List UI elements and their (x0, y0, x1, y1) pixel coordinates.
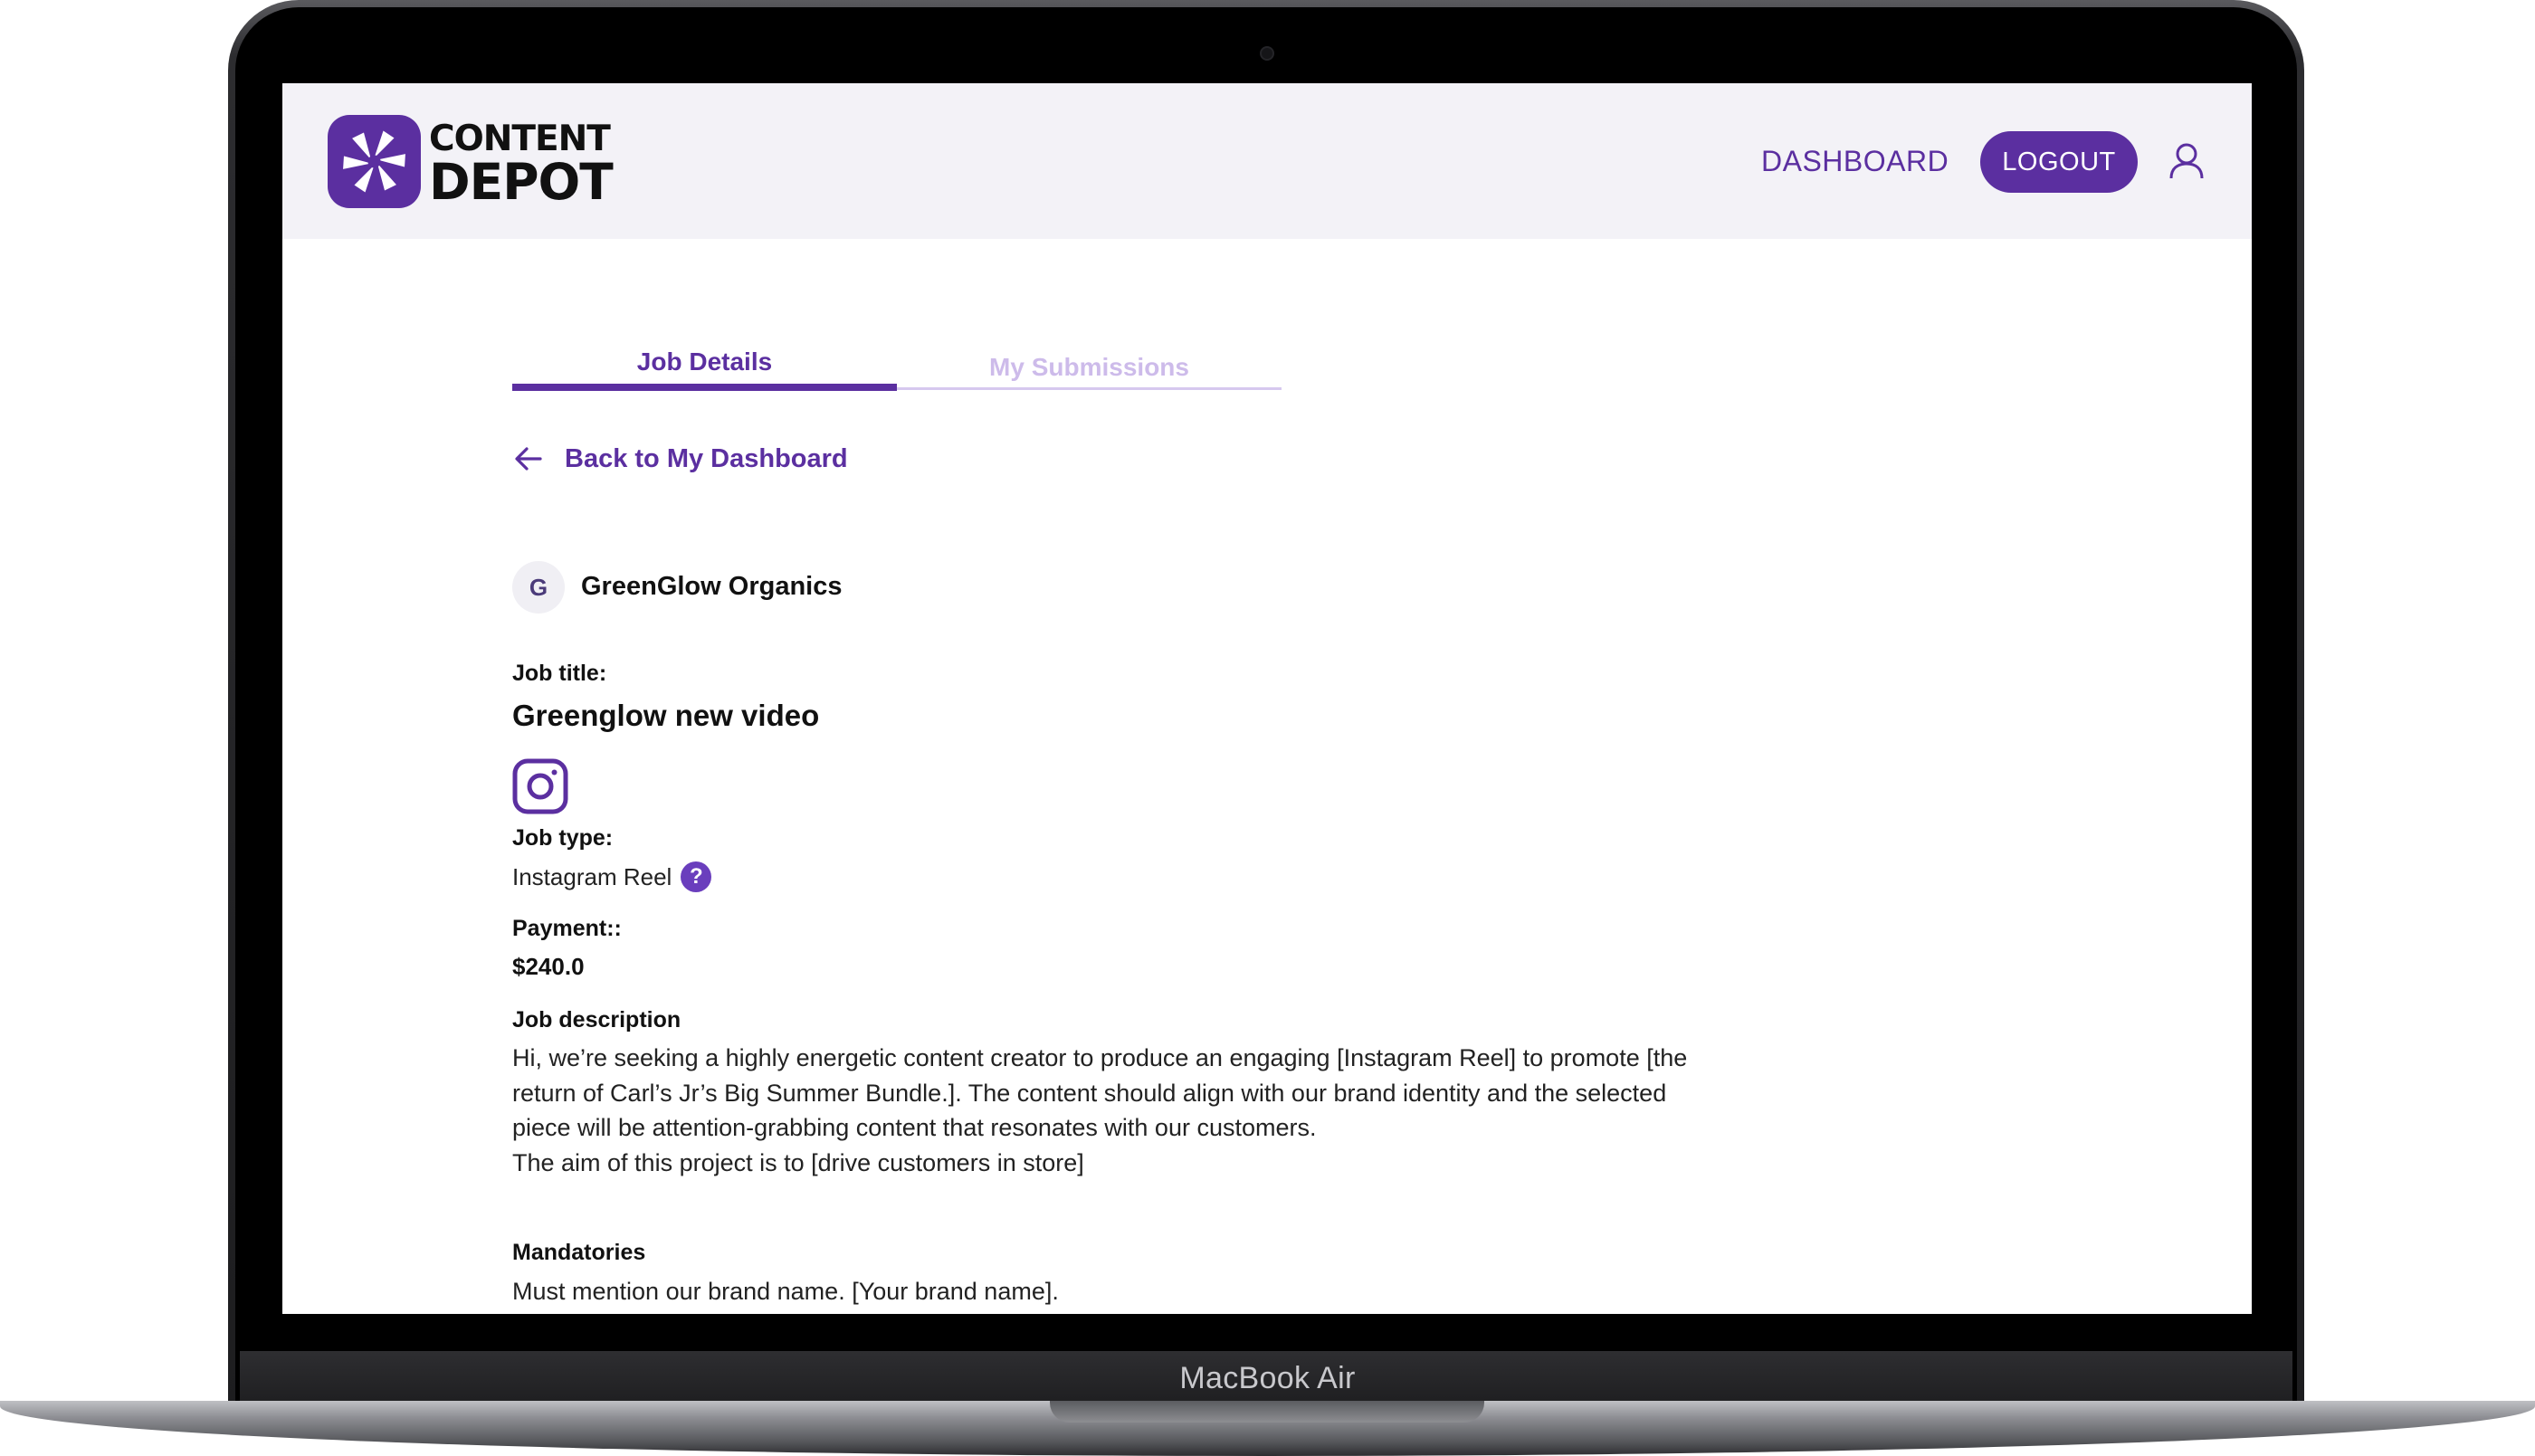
job-type-row: Instagram Reel ? (512, 861, 712, 892)
brand-line-2: DEPOT (429, 153, 614, 211)
app-screen: CONTENT DEPOT DASHBOARD LOGOUT Job Detai… (282, 83, 2252, 1314)
mandatories-value: Must mention our brand name. [Your brand… (512, 1278, 1059, 1305)
help-icon[interactable]: ? (681, 861, 712, 892)
device-label: MacBook Air (1179, 1361, 1356, 1395)
payment-value: $240.0 (512, 953, 585, 980)
back-to-dashboard-link[interactable]: Back to My Dashboard (514, 441, 848, 477)
mandatories-label: Mandatories (512, 1240, 646, 1265)
payment-label: Payment:: (512, 916, 622, 941)
brand-line-1: CONTENT (429, 119, 611, 159)
tab-active-indicator (512, 384, 897, 391)
tab-inactive-indicator (897, 387, 1282, 390)
job-type-value: Instagram Reel (512, 862, 672, 890)
nav-dashboard-link[interactable]: DASHBOARD (1761, 145, 1949, 178)
logout-button[interactable]: LOGOUT (1980, 131, 2138, 193)
brand-logo-text[interactable]: CONTENT DEPOT (429, 119, 614, 211)
job-description: Hi, we’re seeking a highly energetic con… (512, 1041, 1725, 1180)
job-title: Greenglow new video (512, 699, 820, 732)
app-header: CONTENT DEPOT DASHBOARD LOGOUT (282, 83, 2252, 239)
tab-job-details[interactable]: Job Details (512, 347, 897, 376)
laptop-base-notch (1050, 1401, 1484, 1423)
job-description-aim: The aim of this project is to [drive cus… (512, 1148, 1084, 1176)
job-description-label: Job description (512, 1007, 681, 1033)
content-depot-logo-icon[interactable] (328, 115, 421, 208)
company-name: GreenGlow Organics (581, 572, 843, 601)
camera-icon (1260, 46, 1274, 61)
job-title-label: Job title: (512, 661, 607, 686)
user-icon[interactable] (2168, 142, 2205, 185)
tab-my-submissions[interactable]: My Submissions (897, 353, 1282, 382)
instagram-icon (512, 758, 568, 819)
job-type-label: Job type: (512, 825, 614, 851)
arrow-left-icon (515, 447, 542, 471)
back-link-label: Back to My Dashboard (565, 443, 848, 473)
job-description-paragraph: Hi, we’re seeking a highly energetic con… (512, 1044, 1688, 1141)
company-avatar: G (512, 561, 565, 614)
